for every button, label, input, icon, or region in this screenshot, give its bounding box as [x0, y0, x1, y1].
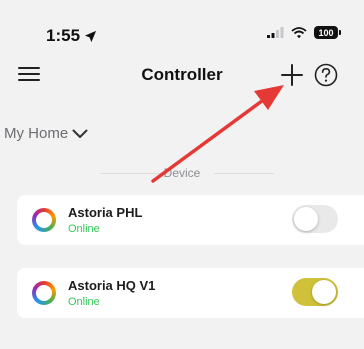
battery-icon: 100 — [314, 26, 341, 39]
help-icon[interactable] — [313, 62, 339, 88]
chevron-down-icon — [72, 129, 88, 138]
toggle-knob — [312, 280, 336, 304]
device-status: Online — [68, 296, 100, 308]
home-selector-label: My Home — [4, 125, 69, 142]
location-arrow-icon — [84, 30, 97, 42]
wifi-icon — [291, 26, 307, 38]
section-label: Device — [163, 166, 201, 180]
device-power-toggle[interactable] — [292, 205, 338, 233]
status-time-group: 1:55 — [46, 26, 97, 46]
device-power-toggle[interactable] — [292, 278, 338, 306]
device-card[interactable]: Astoria HQ V1 Online — [17, 268, 364, 318]
device-name: Astoria HQ V1 — [68, 278, 156, 293]
device-logo-icon — [32, 281, 56, 305]
device-name: Astoria PHL — [68, 205, 143, 220]
toggle-knob — [294, 207, 318, 231]
signal-icon — [267, 27, 284, 38]
battery-level: 100 — [318, 27, 334, 38]
home-selector[interactable]: My Home — [4, 125, 88, 142]
device-card[interactable]: Astoria PHL Online — [17, 195, 364, 245]
nav-bar: Controller — [0, 56, 364, 96]
device-status: Online — [68, 223, 100, 235]
status-time: 1:55 — [46, 26, 81, 45]
device-logo-icon — [32, 208, 56, 232]
add-button[interactable] — [279, 62, 305, 88]
status-bar: 1:55 100 — [0, 0, 364, 56]
status-icons: 100 — [267, 26, 341, 39]
page-title: Controller — [141, 65, 223, 84]
controller-screen: 1:55 100 Controller My Home Device Astor… — [0, 0, 364, 349]
